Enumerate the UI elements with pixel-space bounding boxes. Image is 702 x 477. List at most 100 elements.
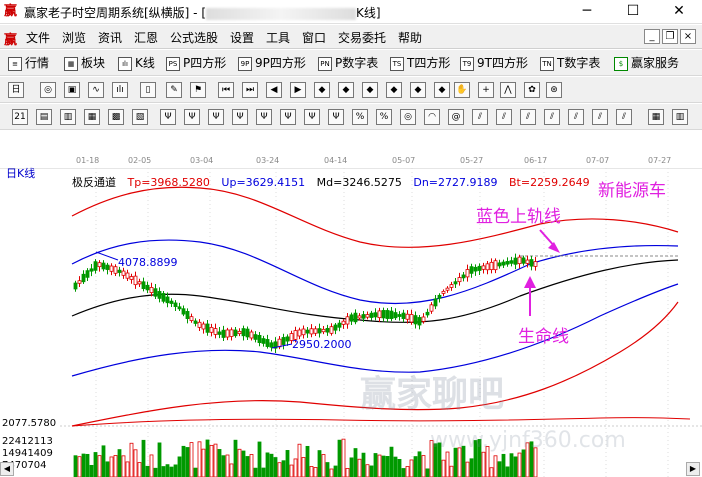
menu-browse[interactable]: 浏览 [62, 29, 86, 46]
9p-square-button[interactable]: 9P 9P四方形 [238, 54, 306, 72]
sheet-icon[interactable]: ▧ [132, 109, 148, 125]
fan-icon-1[interactable]: ⫽ [472, 109, 488, 125]
mdi-close-button[interactable]: × [680, 29, 696, 44]
period-icon[interactable]: ◎ [40, 82, 56, 98]
hand-icon[interactable]: ✋ [454, 82, 470, 98]
last-page-icon[interactable]: ⏭ [242, 82, 258, 98]
grid-icon[interactable]: ▩ [108, 109, 124, 125]
scroll-left-button[interactable]: ◀ [0, 462, 14, 476]
draw-tool-icon[interactable]: ✎ [166, 82, 182, 98]
percent-icon[interactable]: % [352, 109, 368, 125]
mdi-restore-button[interactable]: ❐ [662, 29, 678, 44]
move-down-icon[interactable]: ◆ [386, 82, 402, 98]
fork-icon-7[interactable]: Ψ [304, 109, 320, 125]
volume-bar [193, 467, 198, 477]
move-up-icon[interactable]: ◆ [362, 82, 378, 98]
9t-square-button[interactable]: T9 9T四方形 [460, 54, 528, 72]
maximize-button[interactable]: ☐ [610, 0, 656, 24]
spiral-icon[interactable]: @ [448, 109, 464, 125]
next-icon[interactable]: ▶ [290, 82, 306, 98]
fan-icon-5[interactable]: ⫽ [568, 109, 584, 125]
first-page-icon[interactable]: ⏮ [218, 82, 234, 98]
menu-settings[interactable]: 设置 [230, 29, 254, 46]
grid-view-icon[interactable]: ▦ [648, 109, 664, 125]
volume-bar [281, 460, 286, 477]
quote-button[interactable]: ≡ 行情 [8, 54, 49, 72]
calc-icon[interactable]: ▤ [36, 109, 52, 125]
menu-help[interactable]: 帮助 [398, 29, 422, 46]
redacted-stock-name [206, 7, 357, 20]
fan-icon-2[interactable]: ⫽ [496, 109, 512, 125]
scroll-right-button[interactable]: ▶ [686, 462, 700, 476]
volume-bar [489, 467, 494, 477]
fork-icon-3[interactable]: Ψ [208, 109, 224, 125]
zoom-in-icon[interactable]: ◆ [314, 82, 330, 98]
line-tool-icon[interactable]: ⋀ [500, 82, 516, 98]
menu-tools[interactable]: 工具 [266, 29, 290, 46]
bar-style-icon[interactable]: ılı [112, 82, 128, 98]
fork-icon-6[interactable]: Ψ [280, 109, 296, 125]
flag-icon[interactable]: ⚑ [190, 82, 206, 98]
sector-button[interactable]: ▦ 板块 [64, 54, 105, 72]
palette-icon[interactable]: ✿ [524, 82, 540, 98]
candle-body [325, 328, 330, 333]
minimize-button[interactable]: ─ [564, 0, 610, 24]
t-number-table-button[interactable]: TN T数字表 [540, 54, 600, 72]
p-number-table-button[interactable]: PN P数字表 [318, 54, 378, 72]
fit-icon[interactable]: ◆ [410, 82, 426, 98]
formula-icon[interactable]: ⊛ [546, 82, 562, 98]
menu-trade[interactable]: 交易委托 [338, 29, 386, 46]
multi-period-icon[interactable]: ▣ [64, 82, 80, 98]
fork-icon-2[interactable]: Ψ [184, 109, 200, 125]
fan-icon-7[interactable]: ⫽ [616, 109, 632, 125]
table-icon[interactable]: ▥ [60, 109, 76, 125]
candle-body [389, 310, 394, 319]
fork-icon-4[interactable]: Ψ [232, 109, 248, 125]
candle-body [477, 265, 482, 271]
candle-style-icon[interactable]: ▯ [140, 82, 156, 98]
zoom-out-icon[interactable]: ◆ [338, 82, 354, 98]
close-button[interactable]: ✕ [656, 0, 702, 24]
prev-icon[interactable]: ◀ [266, 82, 282, 98]
candle-body [157, 291, 162, 299]
t-square-button[interactable]: TS T四方形 [390, 54, 450, 72]
indicator-icon[interactable]: ∿ [88, 82, 104, 98]
calendar-icon[interactable]: 21 [12, 109, 28, 125]
crosshair-icon[interactable]: + [478, 82, 494, 98]
chart-type-icon[interactable]: 日 [8, 82, 24, 98]
candle-body [301, 328, 306, 336]
fan-icon-6[interactable]: ⫽ [592, 109, 608, 125]
reset-icon[interactable]: ◆ [434, 82, 450, 98]
fan-icon-4[interactable]: ⫽ [544, 109, 560, 125]
menu-file[interactable]: 文件 [26, 29, 50, 46]
circle-icon[interactable]: ◎ [400, 109, 416, 125]
p-square-button[interactable]: PS P四方形 [166, 54, 226, 72]
menu-huien[interactable]: 汇恩 [134, 29, 158, 46]
panel-view-icon[interactable]: ▥ [672, 109, 688, 125]
percent-alt-icon[interactable]: % [376, 109, 392, 125]
kline-button[interactable]: ılı K线 [118, 54, 155, 72]
arc-icon[interactable]: ◠ [424, 109, 440, 125]
box-icon[interactable]: ▦ [84, 109, 100, 125]
mdi-minimize-button[interactable]: _ [644, 29, 660, 44]
menu-formula[interactable]: 公式选股 [170, 29, 218, 46]
menu-window[interactable]: 窗口 [302, 29, 326, 46]
winner-service-button[interactable]: $ 赢家服务 [614, 54, 679, 72]
candle-body [209, 326, 214, 333]
fork-icon-8[interactable]: Ψ [328, 109, 344, 125]
stock-name-annotation: 新能源车 [598, 181, 666, 201]
fan-icon-3[interactable]: ⫽ [520, 109, 536, 125]
menu-logo-icon[interactable]: 赢 [4, 29, 17, 48]
candle-body [497, 262, 502, 267]
9p-icon: 9P [238, 56, 252, 71]
period-label[interactable]: 日K线 [6, 165, 35, 181]
candle-body [145, 284, 150, 291]
indicator-name[interactable]: 极反通道 [72, 176, 116, 189]
volume-bar [409, 459, 414, 477]
fork-icon-5[interactable]: Ψ [256, 109, 272, 125]
candle-body [81, 273, 86, 283]
menu-info[interactable]: 资讯 [98, 29, 122, 46]
volume-bar [153, 467, 158, 477]
candle-body [369, 312, 374, 318]
fork-icon-1[interactable]: Ψ [160, 109, 176, 125]
